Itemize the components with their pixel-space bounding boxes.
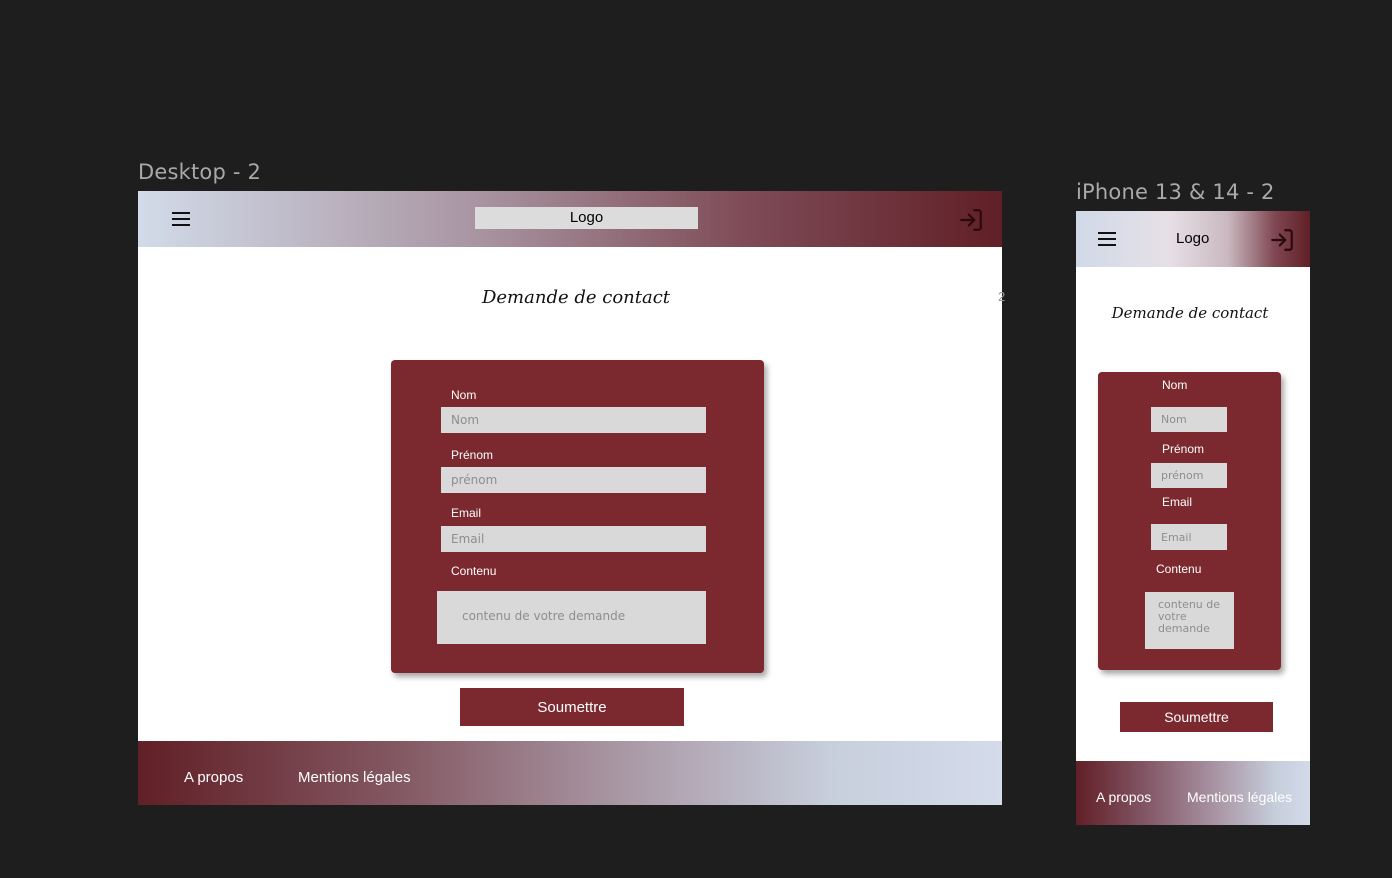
footer-link-about[interactable]: A propos <box>1096 789 1151 805</box>
nom-input[interactable] <box>1151 407 1227 432</box>
mobile-footer: A propos Mentions légales <box>1076 761 1310 825</box>
nom-label: Nom <box>1162 378 1188 392</box>
email-label: Email <box>451 506 482 520</box>
mobile-frame-label: iPhone 13 & 14 - 2 <box>1076 180 1275 204</box>
email-label: Email <box>1162 495 1193 509</box>
email-input[interactable] <box>441 526 706 552</box>
prenom-label: Prénom <box>451 448 494 462</box>
desktop-footer: A propos Mentions légales <box>138 741 1002 805</box>
prenom-label: Prénom <box>1162 442 1205 456</box>
menu-icon[interactable] <box>1098 232 1116 246</box>
desktop-frame: Logo Demande de contact Nom Prénom Email… <box>138 191 1002 805</box>
login-icon[interactable] <box>1269 227 1295 253</box>
mobile-header: Logo <box>1076 211 1310 267</box>
page-title: Demande de contact <box>481 287 671 308</box>
contact-form-card: Nom Prénom Email Contenu <box>391 360 764 673</box>
contenu-label: Contenu <box>451 564 497 578</box>
mobile-frame: Logo Demande de contact Nom Prénom Email… <box>1076 211 1310 825</box>
logo[interactable]: Logo <box>1176 230 1209 247</box>
prenom-input[interactable] <box>1151 463 1227 488</box>
footer-link-legal[interactable]: Mentions légales <box>1187 789 1292 805</box>
contenu-textarea[interactable] <box>1145 592 1234 649</box>
footer-link-about[interactable]: A propos <box>184 769 243 786</box>
desktop-header: Logo <box>138 191 1002 247</box>
nom-label: Nom <box>451 388 477 402</box>
contenu-textarea[interactable] <box>437 591 706 644</box>
contenu-label: Contenu <box>1156 562 1202 576</box>
submit-button[interactable]: Soumettre <box>460 688 684 726</box>
footer-link-legal[interactable]: Mentions légales <box>298 769 411 786</box>
email-input[interactable] <box>1151 524 1227 550</box>
login-icon[interactable] <box>958 207 984 233</box>
logo[interactable]: Logo <box>475 207 698 229</box>
menu-icon[interactable] <box>172 212 190 226</box>
desktop-frame-label: Desktop - 2 <box>138 160 262 184</box>
prenom-input[interactable] <box>441 467 706 493</box>
contact-form-card: Nom Prénom Email Contenu <box>1098 372 1281 670</box>
nom-input[interactable] <box>441 407 706 433</box>
submit-button[interactable]: Soumettre <box>1120 702 1273 732</box>
stray-glyph: 2 <box>998 289 1006 304</box>
page-title: Demande de contact <box>1111 304 1269 322</box>
